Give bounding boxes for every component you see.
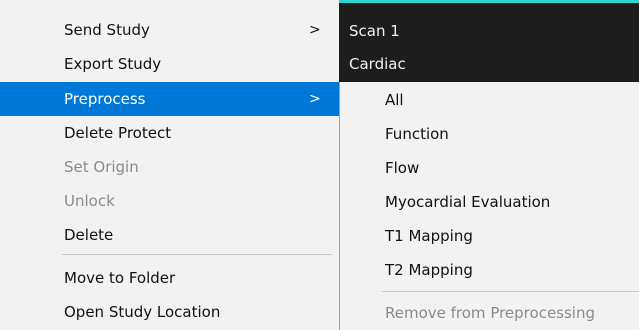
menu-item-open-study-location[interactable]: Open Study Location — [0, 295, 339, 329]
cardiac-label[interactable]: Cardiac — [349, 54, 406, 74]
menu-item-export-study[interactable]: Export Study — [0, 47, 339, 81]
submenu-item-remove-from-preprocessing: Remove from Preprocessing — [340, 296, 639, 330]
submenu-item-label: Remove from Preprocessing — [385, 304, 595, 322]
menu-item-label: Delete Protect — [64, 124, 172, 142]
menu-item-send-study[interactable]: Send Study > — [0, 13, 339, 47]
submenu-item-label: T2 Mapping — [385, 261, 473, 279]
menu-item-label: Send Study — [64, 21, 150, 39]
menu-item-label: Set Origin — [64, 158, 139, 176]
menu-item-label: Move to Folder — [64, 269, 176, 287]
submenu-item-flow[interactable]: Flow — [340, 151, 639, 185]
menu-item-label: Open Study Location — [64, 303, 221, 321]
submenu-item-function[interactable]: Function — [340, 117, 639, 151]
menu-item-preprocess[interactable]: Preprocess > — [0, 82, 339, 116]
submenu-item-t2-mapping[interactable]: T2 Mapping — [340, 253, 639, 287]
submenu-item-label: Function — [385, 125, 449, 143]
submenu-item-all[interactable]: All — [340, 83, 639, 117]
menu-separator — [62, 254, 332, 255]
background-study-list: Scan 1 Cardiac — [339, 0, 639, 85]
submenu-item-label: Myocardial Evaluation — [385, 193, 551, 211]
scan-label[interactable]: Scan 1 — [349, 21, 400, 41]
submenu-item-myocardial-evaluation[interactable]: Myocardial Evaluation — [340, 185, 639, 219]
submenu-arrow-icon: > — [309, 91, 321, 107]
menu-item-label: Delete — [64, 226, 114, 244]
menu-item-set-origin: Set Origin — [0, 150, 339, 184]
menu-item-delete[interactable]: Delete — [0, 218, 339, 252]
submenu-item-label: T1 Mapping — [385, 227, 473, 245]
menu-item-label: Export Study — [64, 55, 162, 73]
study-context-menu: Send Study > Export Study Preprocess > D… — [0, 0, 339, 330]
submenu-item-label: All — [385, 91, 404, 109]
menu-item-move-to-folder[interactable]: Move to Folder — [0, 261, 339, 295]
submenu-arrow-icon: > — [309, 22, 321, 38]
submenu-separator — [382, 291, 639, 292]
menu-item-unlock: Unlock — [0, 184, 339, 218]
preprocess-submenu: All Function Flow Myocardial Evaluation … — [339, 82, 639, 330]
menu-item-delete-protect[interactable]: Delete Protect — [0, 116, 339, 150]
submenu-item-t1-mapping[interactable]: T1 Mapping — [340, 219, 639, 253]
submenu-item-label: Flow — [385, 159, 420, 177]
menu-item-label: Preprocess — [64, 90, 146, 108]
menu-item-label: Unlock — [64, 192, 115, 210]
